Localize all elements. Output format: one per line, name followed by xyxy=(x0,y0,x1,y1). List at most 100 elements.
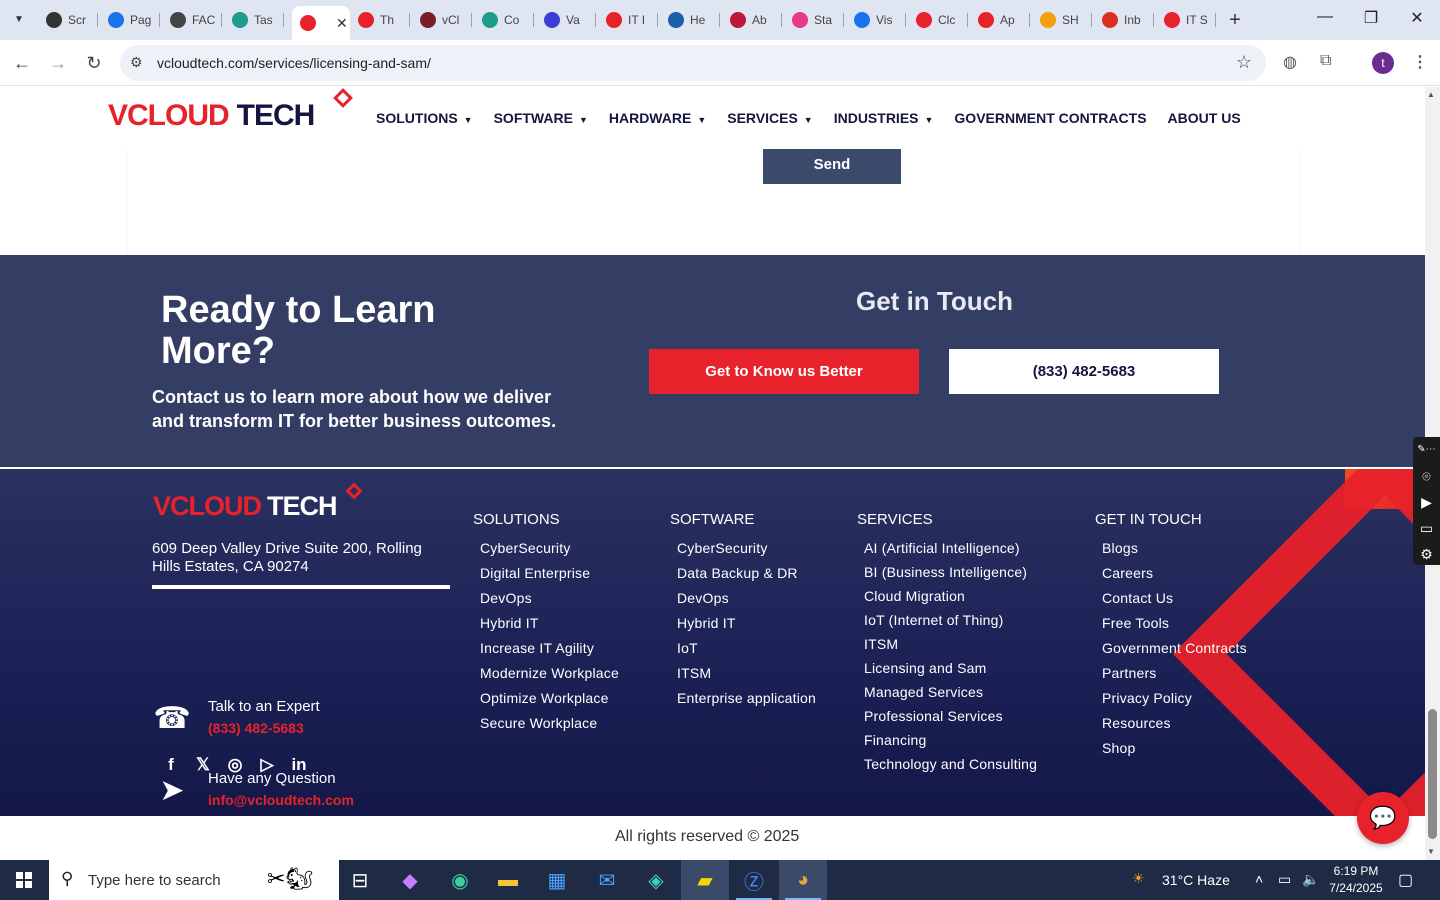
browser-tab[interactable]: Clc xyxy=(908,6,968,34)
instagram-icon[interactable]: ◎ xyxy=(219,755,251,775)
footer-link[interactable]: Increase IT Agility xyxy=(480,636,619,661)
browser-tab[interactable]: Th xyxy=(350,6,410,34)
app-diamond-icon[interactable]: ◈ xyxy=(632,860,680,900)
browser-tab[interactable]: Inb xyxy=(1094,6,1154,34)
close-tab-icon[interactable]: ✕ xyxy=(336,15,348,32)
footer-link[interactable]: Technology and Consulting xyxy=(864,752,1037,776)
chrome-icon[interactable]: ◕ xyxy=(779,860,827,900)
browser-tab[interactable]: IT I xyxy=(598,6,658,34)
browser-tab[interactable]: Tas xyxy=(224,6,284,34)
scroll-down-icon[interactable]: ▼ xyxy=(1427,847,1435,856)
task-view-icon[interactable]: ⊟ xyxy=(336,860,384,900)
footer-link[interactable]: Secure Workplace xyxy=(480,711,619,736)
footer-link[interactable]: Government Contracts xyxy=(1102,636,1247,661)
browser-tab[interactable]: Scr xyxy=(38,6,98,34)
close-window-icon[interactable]: ✕ xyxy=(1402,8,1432,28)
file-explorer-icon[interactable]: ▬ xyxy=(484,860,532,900)
minimize-icon[interactable]: — xyxy=(1310,8,1340,26)
video-icon[interactable]: ▶ xyxy=(1413,489,1440,515)
footer-logo[interactable]: VCLOUD TECH xyxy=(153,491,338,522)
weather-text[interactable]: 31°C Haze xyxy=(1162,872,1230,888)
browser-tab[interactable]: Va xyxy=(536,6,596,34)
notifications-icon[interactable]: ▢ xyxy=(1398,870,1413,890)
browser-tab[interactable]: Co xyxy=(474,6,534,34)
footer-link[interactable]: Careers xyxy=(1102,561,1247,586)
browser-tab[interactable]: He xyxy=(660,6,720,34)
network-icon[interactable]: ▭ xyxy=(1278,871,1291,888)
browser-tab[interactable]: Ab xyxy=(722,6,782,34)
footer-link[interactable]: Digital Enterprise xyxy=(480,561,619,586)
browser-tab[interactable]: SH xyxy=(1032,6,1092,34)
copilot-icon[interactable]: ◆ xyxy=(386,860,434,900)
nav-item-about-us[interactable]: ABOUT US xyxy=(1168,110,1241,126)
footer-link[interactable]: Privacy Policy xyxy=(1102,686,1247,711)
footer-link[interactable]: Cloud Migration xyxy=(864,584,1037,608)
zoom-icon[interactable]: Ⓩ xyxy=(730,860,778,900)
browser-tab[interactable]: ✕ xyxy=(292,6,350,40)
browser-tab[interactable]: Ap xyxy=(970,6,1030,34)
footer-link[interactable]: Financing xyxy=(864,728,1037,752)
footer-link[interactable]: Free Tools xyxy=(1102,611,1247,636)
footer-link[interactable]: Blogs xyxy=(1102,536,1247,561)
browser-tab[interactable]: vCl xyxy=(412,6,472,34)
expert-phone-link[interactable]: (833) 482-5683 xyxy=(208,720,320,736)
facebook-icon[interactable]: f xyxy=(155,755,187,775)
nav-item-industries[interactable]: INDUSTRIES ▼ xyxy=(834,110,934,126)
footer-link[interactable]: BI (Business Intelligence) xyxy=(864,560,1037,584)
edge-icon[interactable]: ◉ xyxy=(436,860,484,900)
profile-avatar[interactable]: t xyxy=(1372,52,1394,74)
store-icon[interactable]: ▦ xyxy=(533,860,581,900)
footer-link[interactable]: Hybrid IT xyxy=(677,611,816,636)
get-to-know-us-button[interactable]: Get to Know us Better xyxy=(649,349,919,394)
nav-item-software[interactable]: SOFTWARE ▼ xyxy=(494,110,588,126)
mail-icon[interactable]: ✉ xyxy=(583,860,631,900)
site-logo[interactable]: VCLOUD TECH xyxy=(108,99,315,133)
volume-icon[interactable]: 🔈 xyxy=(1302,871,1319,888)
extensions-icon[interactable]: ⧉ xyxy=(1320,52,1331,70)
menu-kebab-icon[interactable]: ⋮ xyxy=(1412,52,1428,72)
footer-link[interactable]: DevOps xyxy=(480,586,619,611)
footer-link[interactable]: Hybrid IT xyxy=(480,611,619,636)
taskbar-search[interactable]: ⚲ Type here to search ✂🐿 xyxy=(49,860,339,900)
site-info-icon[interactable]: ⚙ xyxy=(130,54,143,71)
sticky-notes-icon[interactable]: ▰ xyxy=(681,860,729,900)
address-bar[interactable]: ⚙ vcloudtech.com/services/licensing-and-… xyxy=(120,45,1266,81)
settings-gear-icon[interactable]: ⚙ xyxy=(1413,541,1440,567)
taskbar-clock[interactable]: 6:19 PM 7/24/2025 xyxy=(1325,863,1387,897)
youtube-icon[interactable]: ▷ xyxy=(251,755,283,775)
footer-link[interactable]: CyberSecurity xyxy=(677,536,816,561)
reload-icon[interactable]: ↻ xyxy=(82,51,106,75)
footer-link[interactable]: IoT xyxy=(677,636,816,661)
phone-button[interactable]: (833) 482-5683 xyxy=(949,349,1219,394)
footer-link[interactable]: AI (Artificial Intelligence) xyxy=(864,536,1037,560)
pen-icon[interactable]: ✎⋯ xyxy=(1413,437,1440,463)
scroll-thumb[interactable] xyxy=(1428,709,1437,839)
footer-link[interactable]: CyberSecurity xyxy=(480,536,619,561)
browser-tab[interactable]: Sta xyxy=(784,6,844,34)
scroll-up-icon[interactable]: ▲ xyxy=(1427,90,1435,99)
tab-search-icon[interactable]: ▼ xyxy=(8,8,30,30)
footer-link[interactable]: ITSM xyxy=(864,632,1037,656)
footer-link[interactable]: DevOps xyxy=(677,586,816,611)
footer-link[interactable]: IoT (Internet of Thing) xyxy=(864,608,1037,632)
nav-item-services[interactable]: SERVICES ▼ xyxy=(727,110,812,126)
footer-link[interactable]: Partners xyxy=(1102,661,1247,686)
browser-tab[interactable]: Pag xyxy=(100,6,160,34)
bookmark-star-icon[interactable]: ☆ xyxy=(1236,52,1252,73)
footer-link[interactable]: Contact Us xyxy=(1102,586,1247,611)
browser-tab[interactable]: Vis xyxy=(846,6,906,34)
footer-link[interactable]: Licensing and Sam xyxy=(864,656,1037,680)
footer-link[interactable]: ITSM xyxy=(677,661,816,686)
forward-icon[interactable]: → xyxy=(46,51,70,75)
nav-item-government-contracts[interactable]: GOVERNMENT CONTRACTS xyxy=(954,110,1146,126)
footer-link[interactable]: Optimize Workplace xyxy=(480,686,619,711)
window-icon[interactable]: ▭ xyxy=(1413,515,1440,541)
camera-icon[interactable]: ⌾ xyxy=(1413,463,1440,489)
send-button[interactable]: Send xyxy=(763,145,901,184)
restore-icon[interactable]: ❐ xyxy=(1356,8,1386,28)
x-icon[interactable]: 𝕏 xyxy=(187,755,219,775)
email-link[interactable]: info@vcloudtech.com xyxy=(208,792,354,808)
footer-link[interactable]: Modernize Workplace xyxy=(480,661,619,686)
footer-link[interactable]: Shop xyxy=(1102,736,1247,761)
nav-item-solutions[interactable]: SOLUTIONS ▼ xyxy=(376,110,473,126)
